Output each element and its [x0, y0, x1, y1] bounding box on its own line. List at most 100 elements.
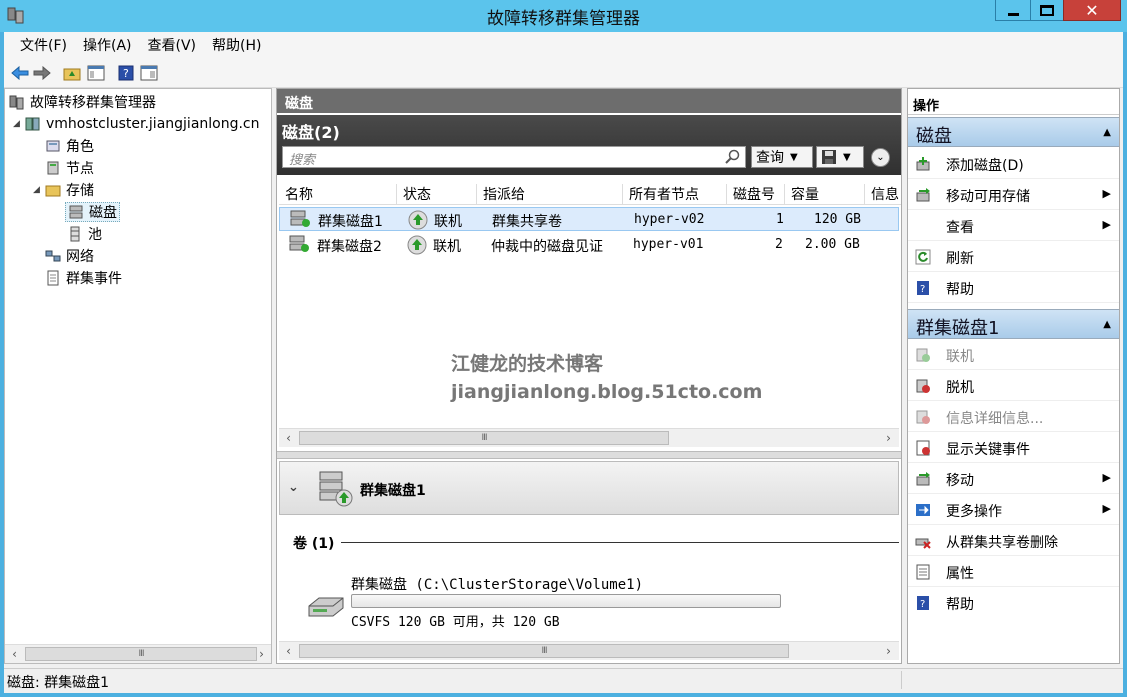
svg-text:?: ? [920, 599, 925, 610]
search-input[interactable]: 搜索 [282, 146, 746, 168]
action-more[interactable]: 更多操作 ▶ [908, 495, 1119, 525]
collapse-triangle-icon[interactable]: ▲ [1103, 127, 1111, 138]
tree-item-roles[interactable]: 角色 [45, 136, 94, 156]
detail-horizontal-scrollbar[interactable]: ‹ III › [279, 641, 899, 660]
disks-subheader: 磁盘(2) 搜索 查询 ▼ ▼ ⌄ [277, 115, 901, 175]
volume-info: CSVFS 120 GB 可用，共 120 GB [351, 615, 560, 630]
volume-name: 群集磁盘 (C:\ClusterStorage\Volume1) [351, 577, 644, 593]
maximize-button[interactable] [1030, 0, 1064, 21]
action-view[interactable]: 查看 ▶ [908, 211, 1119, 241]
svg-text:?: ? [920, 284, 925, 295]
panel-title: 磁盘 [277, 89, 901, 113]
tree-cluster[interactable]: ◢ vmhostcluster.jiangjianlong.cn [13, 114, 260, 134]
online-icon [408, 210, 428, 234]
action-add-disk[interactable]: 添加磁盘(D) [908, 149, 1119, 179]
scrollbar-thumb[interactable]: III [299, 431, 669, 445]
column-capacity[interactable]: 容量 [785, 184, 865, 204]
toolbar: ? [4, 58, 1123, 88]
submenu-arrow-icon: ▶ [1102, 187, 1111, 200]
action-help[interactable]: ? 帮助 [908, 273, 1119, 303]
close-button[interactable]: ✕ [1063, 0, 1121, 21]
online-icon [407, 235, 427, 259]
up-folder-icon[interactable] [62, 63, 82, 83]
tree-item-storage[interactable]: ◢ 存储 [33, 180, 94, 200]
close-icon: ✕ [1085, 0, 1099, 20]
online-disk-icon [915, 347, 931, 363]
column-info[interactable]: 信息 [865, 184, 901, 204]
volume-usage-bar [351, 594, 781, 608]
submenu-arrow-icon: ▶ [1102, 471, 1111, 484]
scrollbar-thumb[interactable]: III [25, 647, 257, 661]
tree-item-disks[interactable]: 磁盘 [65, 202, 120, 222]
show-hide-tree-icon[interactable] [86, 63, 106, 83]
action-move-storage[interactable]: 移动可用存储 ▶ [908, 180, 1119, 210]
tree-item-network[interactable]: 网络 [45, 246, 94, 266]
help-icon[interactable]: ? [116, 63, 136, 83]
roles-icon [45, 138, 61, 154]
table-row[interactable]: 群集磁盘2 联机 仲裁中的磁盘见证 hyper-v01 2 2.00 GB [279, 233, 899, 257]
tree-root[interactable]: 故障转移群集管理器 [9, 92, 156, 112]
navigation-tree: 故障转移群集管理器 ◢ vmhostcluster.jiangjianlong.… [4, 88, 272, 664]
minimize-button[interactable] [995, 0, 1031, 21]
scroll-right-icon[interactable]: › [879, 429, 898, 447]
disk-icon [289, 235, 311, 257]
scroll-left-icon[interactable]: ‹ [279, 429, 298, 447]
action-refresh[interactable]: 刷新 [908, 242, 1119, 272]
action-offline[interactable]: 脱机 [908, 371, 1119, 401]
pool-icon [67, 226, 83, 242]
collapse-arrow-icon[interactable]: ◢ [33, 185, 45, 195]
menu-view[interactable]: 查看(V) [140, 35, 205, 55]
events-icon [45, 270, 61, 286]
collapse-triangle-icon[interactable]: ▲ [1103, 319, 1111, 330]
menu-action[interactable]: 操作(A) [75, 35, 140, 55]
column-name[interactable]: 名称 [279, 184, 397, 204]
expand-circle-icon[interactable]: ⌄ [871, 148, 890, 167]
action-critical-events[interactable]: 显示关键事件 [908, 433, 1119, 463]
show-action-pane-icon[interactable] [139, 63, 159, 83]
menu-bar: 文件(F) 操作(A) 查看(V) 帮助(H) [4, 32, 1123, 58]
table-row[interactable]: 群集磁盘1 联机 群集共享卷 hyper-v02 1 120 GB [279, 207, 899, 231]
table-horizontal-scrollbar[interactable]: ‹ III › [279, 428, 899, 447]
collapse-arrow-icon[interactable]: ◢ [13, 119, 25, 129]
action-move[interactable]: 移动 ▶ [908, 464, 1119, 494]
column-status[interactable]: 状态 [397, 184, 477, 204]
disks-panel: 磁盘 磁盘(2) 搜索 查询 ▼ ▼ ⌄ 名称 状态 指派给 所有者节点 磁盘号… [276, 88, 902, 664]
actions-section-cluster-disk[interactable]: 群集磁盘1 ▲ [908, 309, 1119, 339]
pane-splitter[interactable] [277, 451, 901, 459]
move-storage-icon [915, 187, 931, 203]
forward-arrow-icon[interactable] [32, 63, 52, 83]
scrollbar-thumb[interactable]: III [299, 644, 789, 658]
back-arrow-icon[interactable] [10, 63, 30, 83]
network-icon [45, 248, 61, 264]
storage-icon [45, 182, 61, 198]
scroll-right-icon[interactable]: › [879, 642, 898, 660]
title-bar: 故障转移群集管理器 ✕ [0, 0, 1127, 32]
disks-count-title: 磁盘(2) [282, 123, 340, 142]
scroll-left-icon[interactable]: ‹ [279, 642, 298, 660]
action-remove-from-csv[interactable]: 从群集共享卷删除 [908, 526, 1119, 556]
column-assigned[interactable]: 指派给 [477, 184, 623, 204]
offline-disk-icon [915, 378, 931, 394]
column-owner[interactable]: 所有者节点 [623, 184, 727, 204]
collapse-chevron-icon[interactable]: ⌄ [288, 480, 299, 495]
action-online[interactable]: 联机 [908, 340, 1119, 370]
action-help-2[interactable]: ? 帮助 [908, 588, 1119, 618]
tree-item-pools[interactable]: 池 [67, 224, 102, 244]
status-bar: 磁盘: 群集磁盘1 [4, 668, 1123, 691]
cluster-disk-icon [314, 468, 354, 512]
search-icon[interactable] [725, 149, 741, 169]
scroll-right-icon[interactable]: › [252, 645, 271, 663]
tree-item-events[interactable]: 群集事件 [45, 268, 122, 288]
tree-item-nodes[interactable]: 节点 [45, 158, 94, 178]
action-properties[interactable]: 属性 [908, 557, 1119, 587]
save-query-button[interactable]: ▼ [816, 146, 864, 168]
query-button[interactable]: 查询 ▼ [751, 146, 813, 168]
nodes-icon [45, 160, 61, 176]
menu-file[interactable]: 文件(F) [12, 35, 75, 55]
menu-help[interactable]: 帮助(H) [204, 35, 269, 55]
scroll-left-icon[interactable]: ‹ [5, 645, 24, 663]
actions-section-disks[interactable]: 磁盘 ▲ [908, 117, 1119, 147]
action-details[interactable]: 信息详细信息... [908, 402, 1119, 432]
tree-horizontal-scrollbar[interactable]: ‹ III › [5, 644, 271, 663]
column-disk-number[interactable]: 磁盘号 [727, 184, 785, 204]
